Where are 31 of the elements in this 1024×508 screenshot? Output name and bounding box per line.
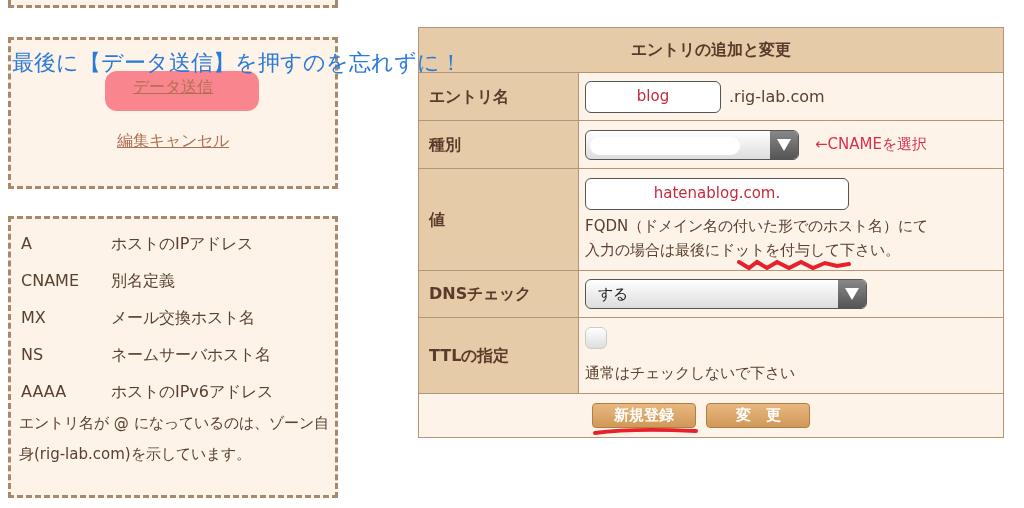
dropdown[interactable]: [585, 129, 799, 160]
record-description: メール交換ホスト名: [111, 306, 255, 329]
help-text: FQDN（ドメイン名の付いた形でのホスト名）にて: [585, 216, 929, 235]
field-label: エントリ名: [429, 85, 509, 108]
form-button[interactable]: 変 更: [706, 403, 810, 428]
annotation-text: ←CNAMEを選択: [815, 134, 927, 156]
field-label: 種別: [429, 133, 461, 156]
form-button[interactable]: 新規登録: [592, 403, 696, 428]
annotation-text: 最後に【データ送信】を押すのを忘れずに！: [12, 49, 462, 77]
form-title: エントリの追加と変更: [631, 39, 791, 61]
domain-suffix: .rig-lab.com: [729, 85, 825, 108]
dropdown[interactable]: する: [585, 279, 867, 309]
record-description: 別名定義: [111, 269, 175, 292]
entry-name-field[interactable]: blog: [585, 80, 721, 113]
help-text: 入力の場合は最後にドットを付与して下さい。: [585, 240, 900, 259]
record-type: A: [20, 232, 33, 255]
checkbox[interactable]: [585, 326, 607, 349]
legend-note: エントリ名が @ になっているのは、ゾーン自身(rig-lab.com)を示しています。: [19, 413, 329, 465]
link[interactable]: 編集キャンセル: [117, 131, 229, 150]
record-description: ネームサーバホスト名: [111, 343, 271, 366]
record-type: CNAME: [20, 269, 80, 292]
field-label: 値: [429, 208, 445, 231]
record-type: NS: [20, 343, 45, 366]
record-description: ホストのIPアドレス: [111, 232, 254, 255]
help-text: 通常はチェックしないで下さい: [585, 363, 795, 382]
field-label: DNSチェック: [429, 283, 532, 305]
field-label: TTLの指定: [429, 344, 510, 367]
record-description: ホストのIPv6アドレス: [111, 380, 273, 403]
value-field[interactable]: hatenablog.com.: [585, 177, 849, 210]
record-type: AAAA: [20, 380, 68, 403]
record-type: MX: [20, 306, 47, 329]
